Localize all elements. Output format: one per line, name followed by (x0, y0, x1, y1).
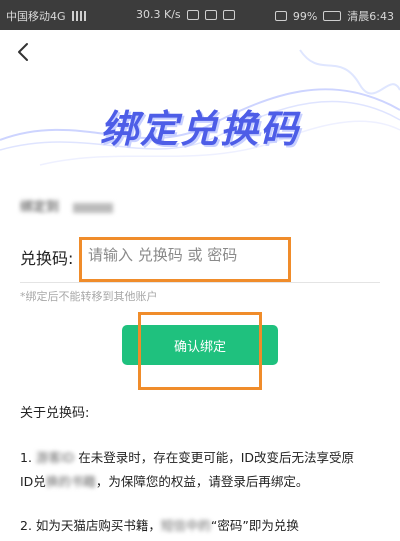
hd-icon (204, 9, 217, 20)
vibrate-icon (186, 9, 199, 20)
banner-title: 绑定兑换码 (99, 107, 300, 151)
code-label: 兑换码: (20, 249, 74, 268)
input-underline (20, 282, 380, 283)
bind-hint: *绑定后不能转移到其他账户 (20, 290, 158, 303)
account-label: 绑定到 (20, 200, 60, 215)
about-item-2: 2. 如为天猫店购买书籍，短信中的“密码”即为兑换 (20, 515, 299, 534)
redacted-text: 短信中的 (160, 518, 211, 533)
redacted-text: 游客ID (35, 450, 75, 465)
about-item-1-line2-text: ，为保障您的权益，请登录后再绑定。 (95, 474, 309, 489)
account-info: 绑定到 (20, 196, 114, 215)
about-item-2-tail: “密码”即为兑换 (210, 518, 299, 533)
about-title: 关于兑换码: (20, 406, 90, 421)
about-item-2-text: 2. 如为天猫店购买书籍， (20, 518, 161, 533)
code-input[interactable] (82, 238, 278, 272)
about-item-1-text: 在未登录时，存在变更可能，ID改变后无法享受原 (78, 450, 355, 465)
signal-icon (274, 11, 287, 21)
status-bar: 中国移动4G 30.3 K/s 99% 清晨6:43 (0, 0, 400, 30)
wifi-icon (222, 9, 235, 20)
account-value-redacted (73, 202, 114, 213)
about-item-1-continued: ID兑换的书籍，为保障您的权益，请登录后再绑定。 (20, 471, 308, 490)
carrier-text: 中国移动4G (6, 10, 66, 23)
battery-icon (323, 11, 342, 21)
notification-icon (71, 11, 86, 21)
back-button[interactable] (12, 40, 36, 64)
battery-percent: 99% (292, 9, 318, 23)
network-speed: 30.3 K/s (136, 8, 181, 21)
about-item-1-line2-prefix: ID兑 (20, 474, 46, 489)
about-item-1-number: 1. (20, 450, 32, 465)
clock-text: 清晨6:43 (347, 10, 394, 23)
redacted-text: 换的书籍 (45, 474, 96, 489)
about-item-1: 1. 游客ID 在未登录时，存在变更可能，ID改变后无法享受原 (20, 447, 354, 466)
banner: 绑定兑换码 (0, 30, 400, 180)
chevron-left-icon (18, 43, 28, 61)
confirm-bind-button[interactable]: 确认绑定 (122, 325, 278, 365)
